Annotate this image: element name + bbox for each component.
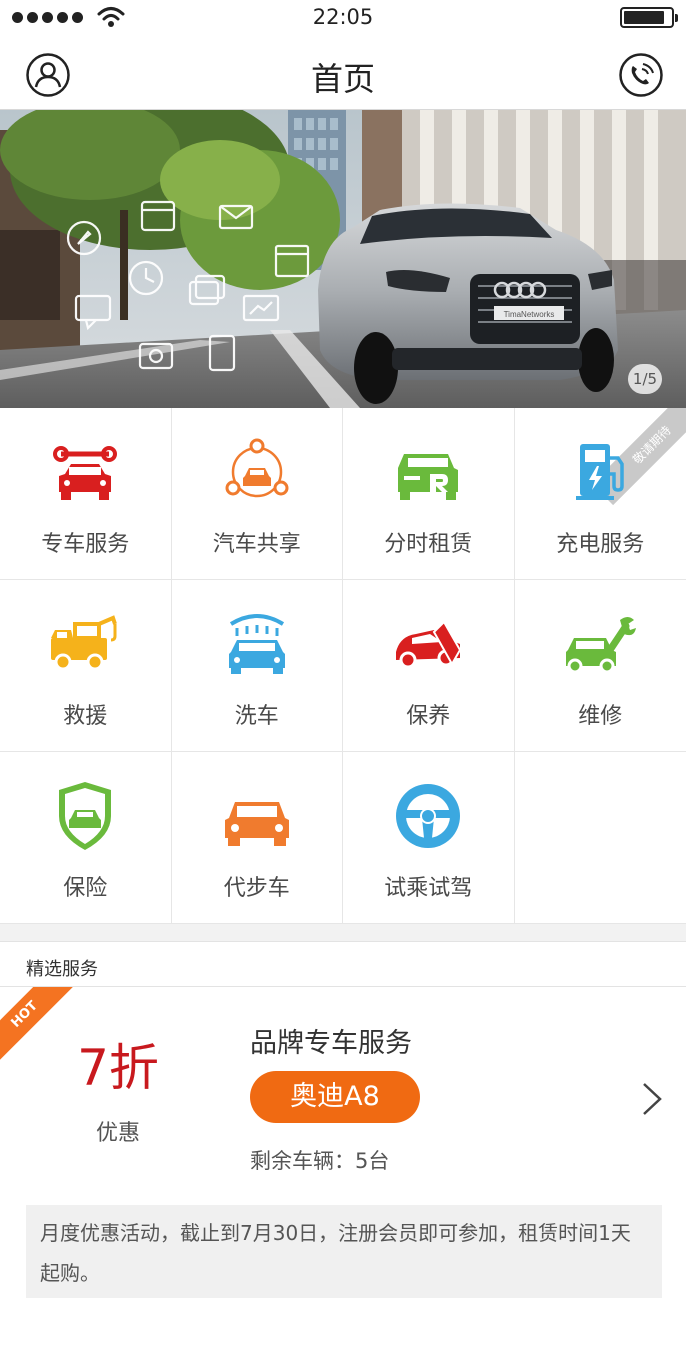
service-item-empty (514, 752, 686, 924)
featured-section-header: 精选服务 (0, 942, 686, 987)
service-grid: 专车服务 汽车共享 分时租赁 敬请期待 充电服务 救援 洗车 保养 维修 保险 … (0, 408, 686, 924)
charging-station-icon (576, 444, 624, 500)
section-separator (0, 924, 686, 942)
substitute-car-icon (224, 802, 289, 846)
service-item-charging[interactable]: 敬请期待 充电服务 (514, 408, 686, 580)
service-label: 专车服务 (41, 532, 130, 557)
service-item-car-share[interactable]: 汽车共享 (171, 408, 343, 580)
featured-title: 品牌专车服务 (250, 1028, 412, 1059)
service-label: 保养 (406, 704, 451, 729)
car-share-icon (225, 438, 289, 498)
car-repair-icon (566, 617, 637, 674)
steering-wheel-icon (396, 784, 461, 848)
nav-bar: 首页 (0, 36, 686, 110)
service-label: 救援 (63, 704, 108, 729)
service-item-repair[interactable]: 维修 (514, 580, 686, 752)
discount-label: 优惠 (95, 1121, 140, 1146)
car-maintain-icon (396, 620, 462, 669)
service-item-maintenance[interactable]: 保养 (343, 580, 515, 752)
service-label: 代步车 (223, 876, 290, 901)
car-rent-icon (398, 454, 459, 500)
banner-image: TimaNetworks (0, 110, 686, 408)
service-label: 汽车共享 (212, 532, 301, 557)
promo-description: 月度优惠活动，截止到7月30日，注册会员即可参加，租赁时间1天起购。 (26, 1205, 662, 1298)
service-item-car-wash[interactable]: 洗车 (171, 580, 343, 752)
service-item-test-drive[interactable]: 试乘试驾 (343, 752, 515, 924)
service-item-rental[interactable]: 分时租赁 (343, 408, 515, 580)
svg-text:TimaNetworks: TimaNetworks (504, 310, 555, 319)
featured-service-card[interactable]: HOT 7折 优惠 品牌专车服务 奥迪A8 剩余车辆：5台 月度优惠活动，截止到… (0, 987, 686, 1346)
service-label: 分时租赁 (384, 532, 473, 557)
service-label: 充电服务 (556, 532, 645, 557)
banner-page-indicator: 1/5 (628, 364, 662, 394)
status-time: 22:05 (312, 5, 374, 29)
car-wrench-icon (53, 446, 118, 500)
phone-call-icon[interactable] (618, 52, 664, 98)
service-item-car-service[interactable]: 专车服务 (0, 408, 172, 580)
service-label: 洗车 (234, 704, 279, 729)
car-wash-icon (228, 614, 285, 674)
service-item-insurance[interactable]: 保险 (0, 752, 172, 924)
remaining-vehicles: 剩余车辆：5台 (250, 1149, 390, 1173)
battery-icon (620, 7, 678, 28)
tow-truck-icon (51, 615, 118, 671)
service-item-substitute-car[interactable]: 代步车 (171, 752, 343, 924)
page-title: 首页 (310, 60, 375, 98)
hero-banner[interactable]: TimaNetworks 1/5 (0, 110, 686, 408)
insurance-shield-icon (59, 782, 112, 850)
car-model-button[interactable]: 奥迪A8 (250, 1071, 420, 1123)
hot-badge: HOT (0, 987, 81, 1071)
service-label: 保险 (63, 876, 108, 901)
service-item-rescue[interactable]: 救援 (0, 580, 172, 752)
discount-value: 7折 (77, 1039, 159, 1097)
service-label: 维修 (578, 704, 623, 729)
chevron-right-icon[interactable] (640, 1081, 664, 1117)
section-title: 精选服务 (26, 959, 98, 980)
service-label: 试乘试驾 (384, 876, 473, 901)
status-bar: 22:05 (0, 0, 686, 36)
